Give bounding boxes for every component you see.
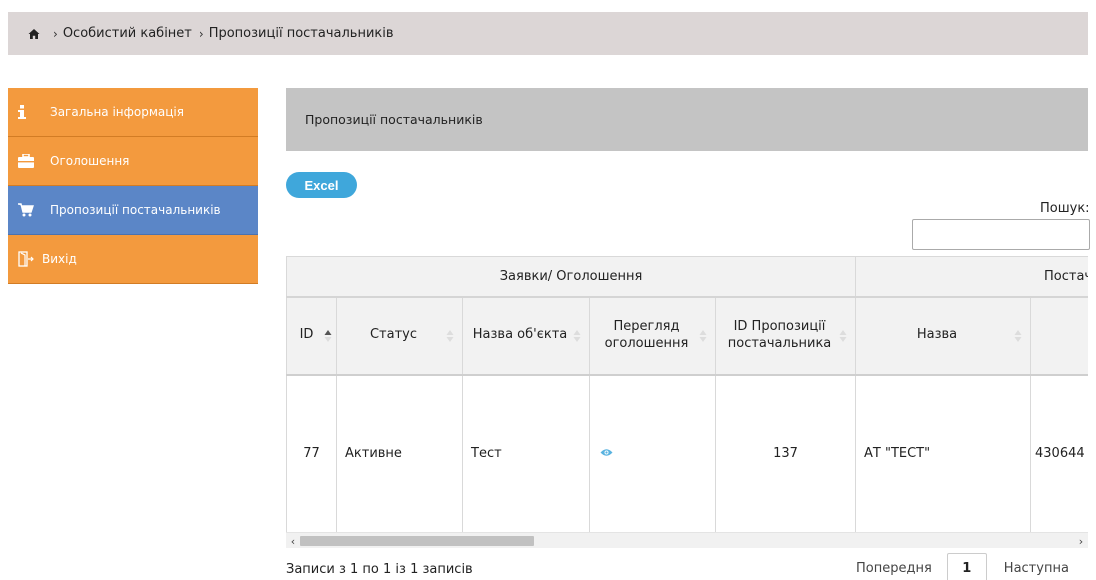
breadcrumb-link-cabinet[interactable]: Особистий кабінет [63, 26, 192, 41]
sort-asc-icon [324, 329, 332, 342]
cell-object-name: Тест [462, 374, 590, 532]
eye-icon[interactable] [600, 446, 613, 461]
sidebar-item-label: Загальна інформація [50, 105, 184, 119]
table-container: Заявки/ Оголошення Постач ID Статус Назв… [286, 256, 1088, 532]
breadcrumb-current: Пропозиції постачальників [208, 26, 394, 41]
panel-title-text: Пропозиції постачальників [305, 112, 483, 127]
scroll-right-icon[interactable]: › [1074, 533, 1088, 549]
info-icon [18, 104, 40, 120]
group-header-suppliers: Постач [854, 256, 1088, 298]
sidebar-item-label: Пропозиції постачальників [50, 203, 221, 217]
pagination: Попередня 1 Наступна [856, 553, 1069, 580]
briefcase-icon [18, 153, 40, 169]
search-input[interactable] [912, 219, 1090, 250]
sidebar-item-exit[interactable]: Вихід [8, 235, 258, 284]
sidebar-item-general-info[interactable]: Загальна інформація [8, 88, 258, 137]
cell-code: 430644 [1029, 374, 1088, 532]
column-header-id[interactable]: ID [286, 296, 337, 376]
scrollbar-thumb[interactable] [300, 536, 534, 546]
cell-id: 77 [286, 374, 337, 532]
breadcrumb: › Особистий кабінет › Пропозиції постача… [8, 12, 1088, 55]
cart-icon [18, 202, 40, 218]
sort-icon [573, 329, 581, 342]
cell-supplier-name: АТ "ТЕСТ" [855, 374, 1031, 532]
home-icon[interactable] [28, 28, 40, 40]
column-header-object-name[interactable]: Назва об'єкта [462, 296, 590, 376]
sort-icon [699, 329, 707, 342]
pagination-page-1[interactable]: 1 [946, 553, 987, 580]
group-header-applications: Заявки/ Оголошення [286, 256, 856, 298]
pagination-next[interactable]: Наступна [1004, 561, 1069, 576]
column-header-supplier-name[interactable]: Назва [855, 296, 1031, 376]
search-label: Пошук: [1040, 201, 1090, 216]
cell-offer-id: 137 [715, 374, 856, 532]
sort-icon [839, 329, 847, 342]
column-header-code[interactable]: Є [1029, 296, 1088, 376]
sidebar-item-label: Вихід [42, 252, 77, 266]
panel-title: Пропозиції постачальників [286, 88, 1088, 151]
excel-export-button[interactable]: Excel [286, 172, 357, 198]
sidebar-item-supplier-offers[interactable]: Пропозиції постачальників [8, 186, 258, 235]
exit-door-icon [18, 251, 40, 267]
sort-icon [1014, 329, 1022, 342]
sort-icon [446, 329, 454, 342]
column-header-status[interactable]: Статус [336, 296, 463, 376]
offers-table: Заявки/ Оголошення Постач ID Статус Назв… [286, 256, 1088, 532]
chevron-right-icon: › [53, 26, 58, 41]
column-header-view-announcement[interactable]: Перегляд оголошення [589, 296, 716, 376]
records-info: Записи з 1 по 1 із 1 записів [286, 562, 473, 577]
sidebar-nav: Загальна інформація Оголошення Пропозиці… [8, 88, 258, 284]
scroll-left-icon[interactable]: ‹ [286, 533, 300, 549]
cell-status: Активне [336, 374, 463, 532]
chevron-right-icon: › [198, 26, 204, 41]
cell-view [589, 374, 716, 532]
horizontal-scrollbar[interactable]: ‹ › [286, 532, 1088, 548]
table-row[interactable]: 77 Активне Тест 137 АТ "ТЕСТ" 430644 [286, 374, 1088, 532]
column-header-offer-id[interactable]: ID Пропозиції постачальника [715, 296, 856, 376]
sidebar-item-announcements[interactable]: Оголошення [8, 137, 258, 186]
pagination-previous[interactable]: Попередня [856, 561, 932, 576]
sidebar-item-label: Оголошення [50, 154, 130, 168]
